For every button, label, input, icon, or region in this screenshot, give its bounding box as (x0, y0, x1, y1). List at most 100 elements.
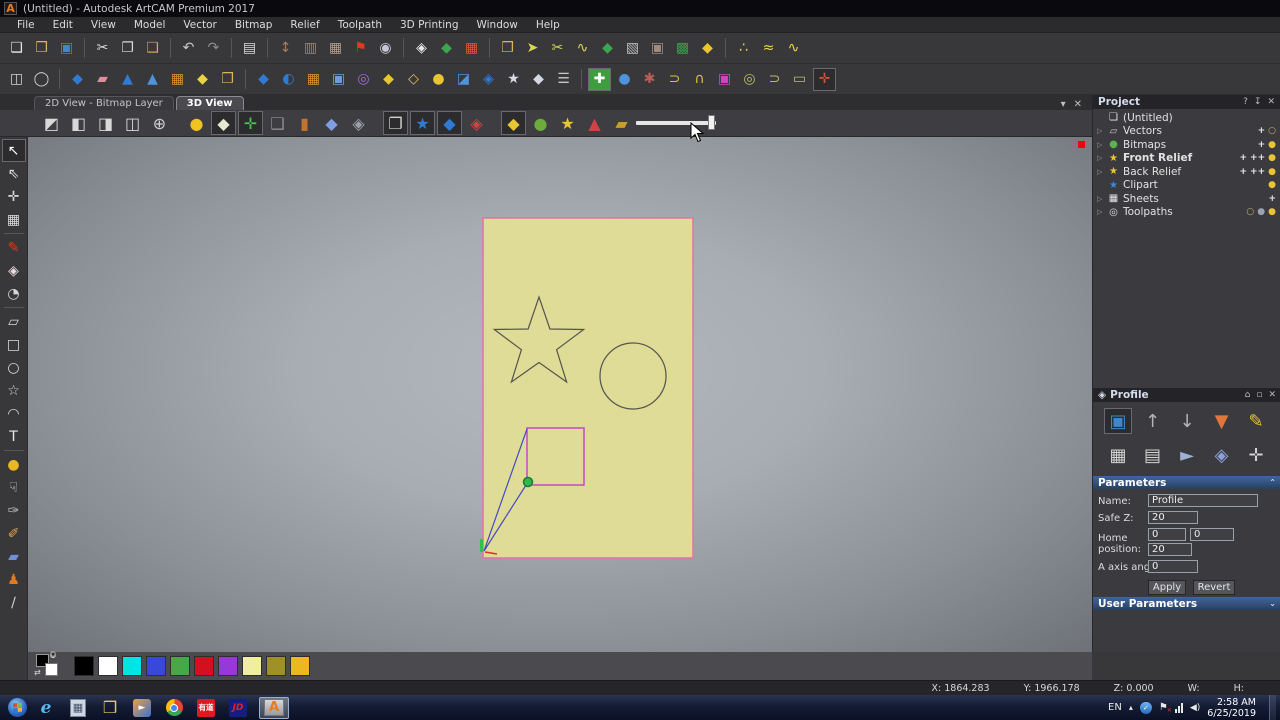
palette-swatch[interactable] (122, 656, 142, 676)
expand-arrow-icon[interactable]: ▷ (1097, 195, 1107, 203)
wrap-sheet-icon[interactable]: ◈ (477, 68, 500, 91)
move-down-icon[interactable]: ↓ (1173, 408, 1201, 434)
cylinder-icon[interactable]: ▮ (292, 111, 317, 135)
taskbar-jd-icon[interactable]: JD (225, 697, 251, 718)
arch-gate-icon[interactable]: ∩ (688, 68, 711, 91)
paste-icon[interactable]: ❑ (141, 37, 164, 60)
notes-icon[interactable]: ▤ (238, 37, 261, 60)
material-block[interactable] (483, 218, 693, 558)
add-icon[interactable]: + (1258, 140, 1266, 150)
rectangle-tool[interactable]: □ (2, 333, 26, 356)
plane-stack-icon[interactable]: ◆ (319, 111, 344, 135)
spin-preview-icon[interactable]: ◉ (374, 37, 397, 60)
tree-item-bitmaps[interactable]: ▷ ● Bitmaps +● (1097, 138, 1276, 152)
tree-item-untitled[interactable]: ❏ (Untitled) (1097, 111, 1276, 125)
green-relief-icon[interactable]: ◆ (435, 37, 458, 60)
visibility-bulb-on-icon[interactable]: ● (1268, 207, 1276, 217)
vector-trim-icon[interactable]: ✂ (546, 37, 569, 60)
taskbar-explorer-icon[interactable]: ❒ (97, 697, 123, 718)
close-profile-icon[interactable]: ✕ (1268, 390, 1276, 400)
add-icon[interactable]: + (1240, 167, 1248, 177)
tree-item-front-relief[interactable]: ▷ ★ Front Relief +++● (1097, 152, 1276, 166)
copy-icon[interactable]: ❐ (116, 37, 139, 60)
palette-swatch[interactable] (146, 656, 166, 676)
move-model-icon[interactable]: ✛ (813, 68, 836, 91)
slot-closed-icon[interactable]: ▭ (788, 68, 811, 91)
star-tool[interactable]: ☆ (2, 379, 26, 402)
node-path-icon[interactable]: ∿ (782, 37, 805, 60)
tray-expand-icon[interactable]: ▴ (1129, 703, 1133, 712)
blue-star-icon[interactable]: ★ (410, 111, 435, 135)
security-shield-icon[interactable]: ✓ (1140, 702, 1152, 714)
material-icon[interactable]: ◈ (1208, 442, 1236, 468)
menu-item[interactable]: Model (125, 19, 175, 31)
palette-swatch[interactable] (242, 656, 262, 676)
droplet-tool[interactable]: ● (2, 453, 26, 476)
revert-button[interactable]: Revert (1193, 580, 1235, 595)
mirror-relief-icon[interactable]: ▥ (299, 37, 322, 60)
light-icon[interactable]: ● (184, 111, 209, 135)
home-z-field[interactable] (1148, 543, 1192, 556)
visibility-bulb-gray-icon[interactable]: ● (1257, 207, 1265, 217)
start-button[interactable] (8, 698, 27, 717)
menu-item[interactable]: Help (527, 19, 569, 31)
palette-swatch[interactable] (266, 656, 286, 676)
star-relief-icon[interactable]: ★ (502, 68, 525, 91)
node-handle[interactable] (524, 478, 533, 487)
view-cube-left-icon[interactable]: ◨ (93, 111, 118, 135)
add-multi-icon[interactable]: ++ (1250, 167, 1265, 177)
undo-icon[interactable]: ↶ (177, 37, 200, 60)
add-icon[interactable]: + (1240, 153, 1248, 163)
puzzle-icon[interactable]: ❑ (265, 111, 290, 135)
home-icon[interactable]: ⌂ (1245, 390, 1251, 400)
target-rings-icon[interactable]: ◎ (352, 68, 375, 91)
new-file-icon[interactable]: ❏ (5, 37, 28, 60)
menu-item[interactable]: Vector (174, 19, 225, 31)
home-x-field[interactable] (1148, 528, 1186, 541)
blob-tool-icon[interactable]: ● (613, 68, 636, 91)
smudge-tool[interactable]: ☟ (2, 476, 26, 499)
clipart-library-icon[interactable]: ❒ (496, 37, 519, 60)
palette-swatch[interactable] (170, 656, 190, 676)
paint-erase-tool[interactable]: ◈ (2, 259, 26, 282)
view-cube-iso-icon[interactable]: ◧ (66, 111, 91, 135)
flat-plane-icon[interactable]: ◆ (527, 68, 550, 91)
menu-item[interactable]: 3D Printing (391, 19, 468, 31)
half-relief-icon[interactable]: ◐ (277, 68, 300, 91)
copy-rotate-icon[interactable]: ❐ (383, 111, 408, 135)
pyramid-icon[interactable]: ▲ (582, 111, 607, 135)
fit-curve-icon[interactable]: ∿ (571, 37, 594, 60)
smooth-relief-icon[interactable]: ◆ (66, 68, 89, 91)
menu-item[interactable]: Toolpath (329, 19, 391, 31)
add-icon[interactable]: + (1268, 194, 1276, 204)
stamp-tool[interactable]: ♟ (2, 568, 26, 591)
tree-item-vectors[interactable]: ▷ ▱ Vectors +○ (1097, 125, 1276, 139)
add-relief-icon[interactable]: ✚ (588, 68, 611, 91)
help-icon[interactable]: ? (1243, 97, 1248, 107)
node-dot-icon[interactable]: ● (427, 68, 450, 91)
network-signal-icon[interactable] (1175, 703, 1183, 713)
transform-tool[interactable]: ✛ (2, 185, 26, 208)
fold-sheet-icon[interactable]: ◪ (452, 68, 475, 91)
wrap-curve-icon[interactable]: ⊃ (663, 68, 686, 91)
close-panel-icon[interactable]: ✕ (1267, 97, 1275, 107)
select-tool[interactable]: ↖ (2, 139, 26, 162)
airbrush-tool[interactable]: ✑ (2, 499, 26, 522)
mesh-tool[interactable]: ▦ (2, 208, 26, 231)
close-view-icon[interactable]: ✕ (1074, 99, 1082, 110)
node-edit-tool[interactable]: ⇖ (2, 162, 26, 185)
show-desktop-button[interactable] (1269, 695, 1276, 720)
visibility-bulb-on-icon[interactable]: ● (1268, 140, 1276, 150)
weave-wires-icon[interactable]: ✱ (638, 68, 661, 91)
taskbar-youdao-icon[interactable]: 有道 (193, 697, 219, 718)
eraser-tool[interactable]: ▰ (2, 545, 26, 568)
a-axis-field[interactable] (1148, 560, 1198, 573)
knife-tool[interactable]: ∕ (2, 591, 26, 614)
menu-item[interactable]: Relief (281, 19, 328, 31)
slot-open-icon[interactable]: ⊃ (763, 68, 786, 91)
taskbar-chrome-icon[interactable] (161, 697, 187, 718)
view-cube-front-icon[interactable]: ◩ (39, 111, 64, 135)
menu-item[interactable]: File (8, 19, 44, 31)
tree-item-sheets[interactable]: ▷ ▦ Sheets + (1097, 192, 1276, 206)
viewport-3d[interactable] (28, 137, 1092, 652)
